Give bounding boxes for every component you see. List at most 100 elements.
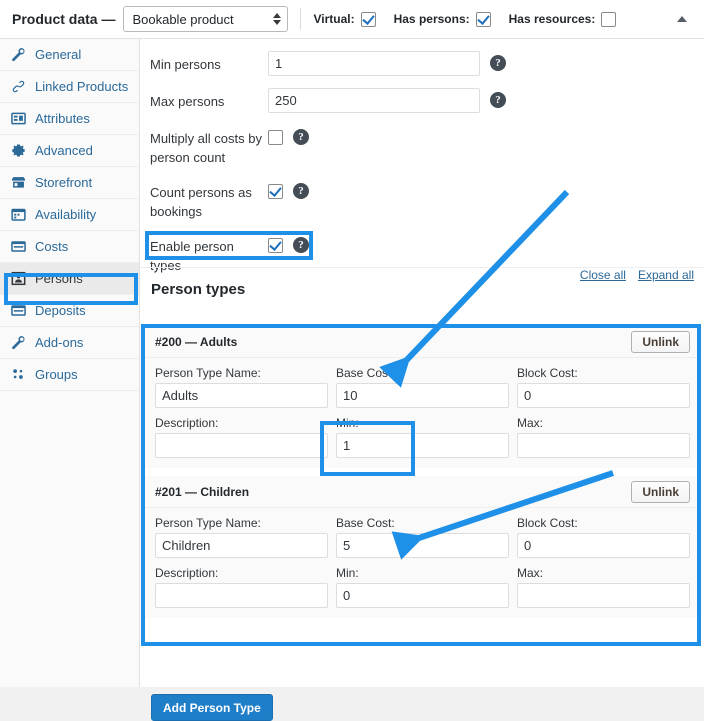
- label-line-1: Multiply all costs by: [150, 131, 262, 146]
- sidebar-item-label: Add-ons: [35, 335, 84, 350]
- checkbox-has-resources[interactable]: Has resources:: [508, 11, 617, 27]
- base-cost-field: Base Cost:: [336, 366, 509, 408]
- max-input[interactable]: [517, 583, 690, 608]
- block-cost-label: Block Cost:: [517, 516, 578, 530]
- max-field: Max:: [517, 416, 690, 458]
- person-type-row-1: Person Type Name: Base Cost: Block Cost:: [155, 366, 690, 408]
- sidebar-item-storefront[interactable]: Storefront: [0, 167, 139, 199]
- checkbox-has-persons-box[interactable]: [475, 11, 491, 27]
- count-persons-as-bookings-checkbox[interactable]: [268, 184, 283, 199]
- person-type-row-1: Person Type Name: Base Cost: Block Cost:: [155, 516, 690, 558]
- sidebar-item-linked-products[interactable]: Linked Products: [0, 71, 139, 103]
- description-field: Description:: [155, 566, 328, 608]
- gear-icon: [11, 143, 26, 158]
- person-type-row-2: Description: Min: Max:: [155, 416, 690, 458]
- sidebar-item-label: General: [35, 47, 82, 62]
- base-cost-label: Base Cost:: [336, 366, 395, 380]
- max-persons-input[interactable]: [268, 88, 480, 113]
- product-data-tabs: General Linked Products Attributes Advan…: [0, 39, 140, 687]
- person-type-name-label: Person Type Name:: [155, 516, 261, 530]
- person-type-name-label: Person Type Name:: [155, 366, 261, 380]
- min-persons-input[interactable]: [268, 51, 480, 76]
- field-count-persons-as-bookings: Count persons as bookings ?: [141, 179, 704, 221]
- checkbox-has-resources-label: Has resources:: [508, 12, 596, 26]
- max-input[interactable]: [517, 433, 690, 458]
- groups-icon: [11, 367, 26, 382]
- field-min-persons-label: Min persons: [150, 57, 221, 72]
- sidebar-item-label: Deposits: [35, 303, 86, 318]
- sidebar-item-add-ons[interactable]: Add-ons: [0, 327, 139, 359]
- expand-all-link[interactable]: Expand all: [638, 268, 694, 282]
- field-multiply-all-costs: Multiply all costs by person count ?: [141, 125, 704, 167]
- checkbox-has-resources-box[interactable]: [601, 11, 617, 27]
- base-cost-input[interactable]: [336, 383, 509, 408]
- base-cost-label: Base Cost:: [336, 516, 395, 530]
- sidebar-item-persons[interactable]: Persons: [0, 263, 139, 295]
- add-person-type-button[interactable]: Add Person Type: [151, 694, 273, 721]
- person-type-panel: #200 — Adults Unlink Person Type Name: B…: [145, 326, 700, 468]
- sidebar-item-general[interactable]: General: [0, 39, 139, 71]
- help-tip-icon[interactable]: ?: [293, 129, 309, 145]
- field-multiply-all-costs-label: Multiply all costs by person count: [150, 125, 268, 167]
- sidebar-item-attributes[interactable]: Attributes: [0, 103, 139, 135]
- help-tip-icon[interactable]: ?: [490, 55, 506, 71]
- product-type-select[interactable]: Bookable product: [123, 6, 289, 32]
- checkbox-virtual-box[interactable]: [360, 11, 376, 27]
- sidebar-item-deposits[interactable]: Deposits: [0, 295, 139, 327]
- block-cost-input[interactable]: [517, 533, 690, 558]
- panel-collapse-toggle[interactable]: [672, 9, 692, 29]
- product-data-panel: Product data — Bookable product Virtual:…: [0, 0, 704, 721]
- person-type-panel-header[interactable]: #200 — Adults Unlink: [145, 326, 700, 358]
- max-label: Max:: [517, 566, 544, 580]
- enable-person-types-checkbox[interactable]: [268, 238, 283, 253]
- base-cost-input[interactable]: [336, 533, 509, 558]
- min-input[interactable]: [336, 433, 509, 458]
- sidebar-item-label: Attributes: [35, 111, 90, 126]
- checkbox-has-persons[interactable]: Has persons:: [394, 11, 491, 27]
- header-divider: [300, 8, 302, 30]
- description-input[interactable]: [155, 433, 328, 458]
- help-tip-icon[interactable]: ?: [490, 92, 506, 108]
- label-line-2: bookings: [150, 204, 203, 219]
- sidebar-item-groups[interactable]: Groups: [0, 359, 139, 391]
- person-type-panel-title: #201 — Children: [155, 484, 250, 499]
- description-field: Description:: [155, 416, 328, 458]
- sidebar-item-advanced[interactable]: Advanced: [0, 135, 139, 167]
- checkbox-virtual[interactable]: Virtual:: [313, 11, 376, 27]
- person-icon: [11, 271, 26, 286]
- person-type-panel-header[interactable]: #201 — Children Unlink: [145, 476, 700, 508]
- window-icon: [11, 239, 26, 254]
- unlink-button[interactable]: Unlink: [631, 330, 690, 353]
- description-label: Description:: [155, 416, 219, 430]
- person-type-name-input[interactable]: [155, 383, 328, 408]
- person-type-name-field: Person Type Name:: [155, 366, 328, 408]
- person-type-name-input[interactable]: [155, 533, 328, 558]
- select-stepper-icon: [273, 13, 282, 25]
- min-label: Min:: [336, 566, 359, 580]
- base-cost-field: Base Cost:: [336, 516, 509, 558]
- close-all-link[interactable]: Close all: [580, 268, 626, 282]
- sidebar-item-costs[interactable]: Costs: [0, 231, 139, 263]
- persons-panel: Min persons ? Max persons ? Multiply all…: [141, 39, 704, 721]
- block-cost-label: Block Cost:: [517, 366, 578, 380]
- unlink-button[interactable]: Unlink: [631, 480, 690, 503]
- person-types-heading: Person types: [151, 281, 246, 298]
- min-input[interactable]: [336, 583, 509, 608]
- sidebar-item-label: Persons: [35, 271, 83, 286]
- list-icon: [11, 111, 26, 126]
- multiply-all-costs-checkbox[interactable]: [268, 130, 283, 145]
- max-label: Max:: [517, 416, 544, 430]
- help-tip-icon[interactable]: ?: [293, 237, 309, 253]
- calendar-icon: [11, 207, 26, 222]
- product-data-label: Product data —: [12, 11, 116, 27]
- field-max-persons: Max persons ?: [141, 88, 704, 113]
- sidebar-item-availability[interactable]: Availability: [0, 199, 139, 231]
- window-icon: [11, 303, 26, 318]
- field-max-persons-label: Max persons: [150, 94, 225, 109]
- description-input[interactable]: [155, 583, 328, 608]
- wrench-icon: [11, 335, 26, 350]
- person-type-panel-body: Person Type Name: Base Cost: Block Cost:: [145, 358, 700, 468]
- help-tip-icon[interactable]: ?: [293, 183, 309, 199]
- wrench-icon: [11, 47, 26, 62]
- block-cost-input[interactable]: [517, 383, 690, 408]
